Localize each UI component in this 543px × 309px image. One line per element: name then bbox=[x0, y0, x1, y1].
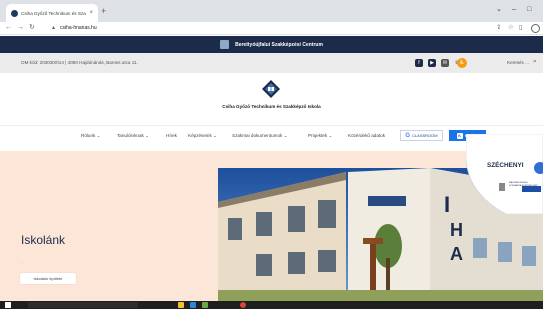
school-logo[interactable] bbox=[262, 80, 280, 98]
tab-title: Csiha Győző Technikum és Szakk bbox=[21, 10, 87, 16]
start-icon[interactable] bbox=[5, 302, 11, 308]
nav-item-projektek[interactable]: Projektek ⌄ bbox=[308, 133, 332, 139]
new-tab-button[interactable]: + bbox=[101, 7, 106, 16]
edge-icon[interactable] bbox=[190, 302, 196, 308]
google-icon: G bbox=[405, 132, 411, 139]
hero-title: Iskolánk bbox=[21, 233, 66, 247]
browser-tabstrip: Csiha Győző Technikum és Szakk × + ⌄ – □ bbox=[0, 0, 543, 22]
chevron-down-icon: ⌄ bbox=[96, 133, 101, 138]
app-icon[interactable] bbox=[202, 302, 208, 308]
page: Csiha Győző Technikum és Szakk × + ⌄ – □… bbox=[0, 0, 543, 309]
maximize-button[interactable]: □ bbox=[527, 6, 531, 14]
school-name[interactable]: Csiha Győző Technikum és Szakképző Iskol… bbox=[0, 104, 543, 109]
nav-item-hirek[interactable]: Hírek bbox=[166, 133, 177, 138]
folder-icon[interactable] bbox=[178, 302, 184, 308]
szechenyi-caption: MAGYARORSZÁG KORMÁNYA EURÓPAI UNIÓ bbox=[509, 182, 538, 187]
nav-item-rolunk[interactable]: Rólunk ⌄ bbox=[81, 133, 100, 139]
svg-text:H: H bbox=[450, 220, 463, 240]
szechenyi-badge[interactable] bbox=[466, 134, 543, 214]
taskbar bbox=[0, 301, 543, 309]
svg-text:I: I bbox=[444, 192, 450, 217]
star-icon[interactable]: ☆ bbox=[508, 24, 514, 32]
favicon-icon bbox=[11, 9, 18, 17]
back-icon[interactable]: ← bbox=[5, 24, 12, 32]
chevron-down-icon: ⌄ bbox=[213, 133, 217, 138]
mail-icon[interactable]: ✉ bbox=[441, 59, 449, 67]
lock-icon: ▴ bbox=[52, 25, 56, 31]
share-icon[interactable]: ⇪ bbox=[496, 24, 501, 32]
url-text: csiha-hnanas.hu bbox=[60, 25, 97, 31]
reload-icon[interactable]: ↻ bbox=[29, 24, 35, 32]
tab-close-icon[interactable]: × bbox=[89, 10, 93, 16]
top-banner: Berettyóújfalui Szakképzési Centrum bbox=[0, 36, 543, 53]
classroom-label: CLASSROOM bbox=[412, 133, 438, 138]
search-input[interactable]: Keresés ... bbox=[507, 60, 529, 65]
info-bar: OM kód: 203030/014 | 4080 Hajdúnánás, Ba… bbox=[0, 53, 543, 73]
forward-icon[interactable]: → bbox=[17, 24, 24, 32]
search-icon[interactable]: ⌕ bbox=[533, 58, 537, 66]
nav-item-szakmai-dokumentumok[interactable]: Szakmai dokumentumok ⌄ bbox=[232, 133, 287, 139]
chrome-icon[interactable] bbox=[240, 302, 246, 308]
sidebar-icon[interactable]: ▯ bbox=[519, 24, 523, 32]
banner-title[interactable]: Berettyóújfalui Szakképzési Centrum bbox=[235, 42, 323, 48]
szc-logo-icon bbox=[220, 40, 230, 49]
svg-text:A: A bbox=[450, 244, 463, 264]
classroom-button[interactable]: G CLASSROOM bbox=[400, 130, 443, 141]
facebook-icon[interactable]: f bbox=[415, 59, 423, 67]
tab-search-icon[interactable]: ⌄ bbox=[496, 6, 502, 14]
hero-subtitle: - bbox=[21, 259, 23, 264]
nav-item-kepzeseink[interactable]: Képzéseink ⌄ bbox=[188, 133, 217, 139]
taskbar-search[interactable] bbox=[28, 302, 138, 308]
profile-icon[interactable] bbox=[531, 24, 540, 33]
szechenyi-title: SZÉCHENYI bbox=[487, 162, 524, 169]
accessibility-icon[interactable]: ♿ bbox=[457, 58, 467, 68]
contact-info: OM kód: 203030/014 | 4080 Hajdúnánás, Ba… bbox=[21, 60, 138, 65]
hero-button[interactable]: Iskolánk épülete bbox=[20, 273, 76, 284]
minimize-button[interactable]: – bbox=[512, 6, 516, 14]
chevron-down-icon: ⌄ bbox=[328, 133, 333, 138]
chevron-down-icon: ⌄ bbox=[145, 133, 149, 138]
nav-item-kozerdeku-adatok[interactable]: Közérdekű adatok bbox=[348, 133, 385, 138]
chevron-down-icon: ⌄ bbox=[283, 133, 288, 138]
main-nav: Rólunk ⌄ Tanulóinknak ⌄ Hírek Képzéseink… bbox=[0, 125, 543, 147]
kreta-icon: K bbox=[456, 132, 463, 139]
browser-toolbar: ← → ↻ ▴ csiha-hnanas.hu ⇪ ☆ ▯ bbox=[0, 22, 543, 35]
nav-item-tanuloinknak[interactable]: Tanulóinknak ⌄ bbox=[117, 133, 149, 139]
address-bar[interactable]: ▴ csiha-hnanas.hu bbox=[50, 23, 505, 34]
browser-tab[interactable]: Csiha Győző Technikum és Szakk × bbox=[6, 4, 98, 22]
youtube-icon[interactable]: ▶ bbox=[428, 59, 436, 67]
